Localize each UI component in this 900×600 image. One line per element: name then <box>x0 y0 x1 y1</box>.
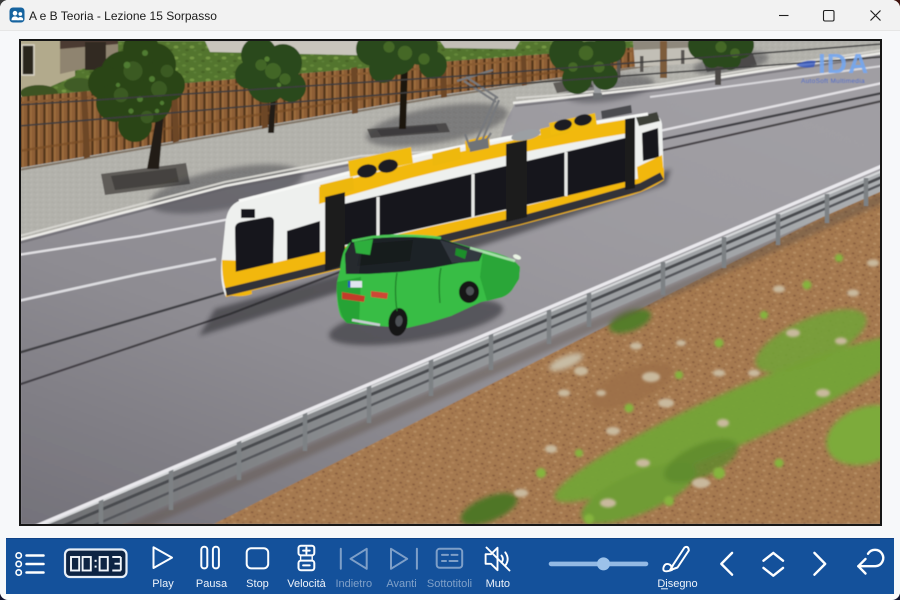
svg-text:Disegno: Disegno <box>657 578 697 590</box>
svg-text:Muto: Muto <box>486 578 510 590</box>
svg-text:IDA: IDA <box>818 48 869 79</box>
svg-text:AutoSoft Multimedia: AutoSoft Multimedia <box>801 78 865 85</box>
svg-text:Sottotitoli: Sottotitoli <box>427 578 472 590</box>
svg-text:Indietro: Indietro <box>335 578 372 590</box>
svg-text:Pausa: Pausa <box>196 578 228 590</box>
svg-text:Avanti: Avanti <box>386 578 416 590</box>
svg-text:Play: Play <box>152 578 174 590</box>
svg-text:Stop: Stop <box>246 578 269 590</box>
svg-text:Velocità: Velocità <box>287 578 326 590</box>
